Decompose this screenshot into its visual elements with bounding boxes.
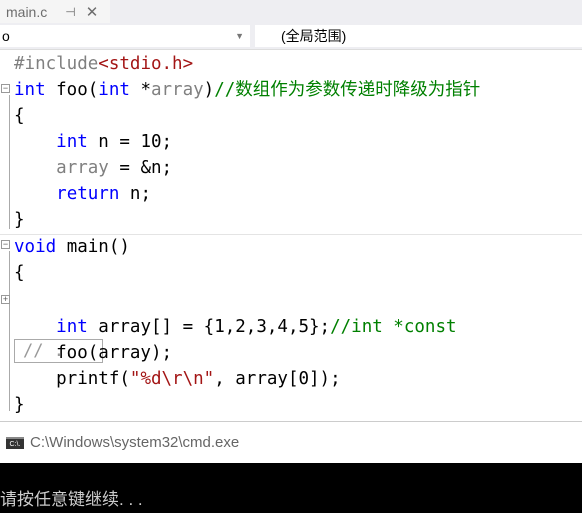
console-title: C:\Windows\system32\cmd.exe xyxy=(30,434,240,451)
pin-icon[interactable]: ⊣ xyxy=(65,5,75,19)
code-token: //数组作为参数传递时降级为指针 xyxy=(214,80,481,100)
code-token: { xyxy=(14,106,25,126)
code-editor[interactable]: − − + // ... #include<stdio.h> int foo(in… xyxy=(0,51,582,421)
console-titlebar: C:\. C:\Windows\system32\cmd.exe xyxy=(0,421,582,463)
fold-guide xyxy=(9,95,10,229)
console-output: 请按任意键继续. . . xyxy=(0,463,582,513)
code-token: } xyxy=(14,210,25,230)
global-scope-dropdown[interactable]: (全局范围) xyxy=(255,25,582,47)
tab-main-c[interactable]: main.c ⊣ ✕ xyxy=(0,0,110,23)
code-line: foo(array); xyxy=(14,340,172,366)
code-token: foo( xyxy=(45,80,99,100)
code-token: void xyxy=(14,237,57,257)
code-line: array = &n; xyxy=(14,155,172,181)
code-token: int xyxy=(98,80,130,100)
code-token: main() xyxy=(56,237,130,257)
code-token: n; xyxy=(119,184,151,204)
code-token: array xyxy=(56,158,109,178)
code-token: "%d\r\n" xyxy=(129,369,215,389)
fold-guide xyxy=(9,251,10,411)
console-output-text: 请按任意键继续. . . xyxy=(0,490,143,509)
code-line: } xyxy=(14,392,25,418)
fold-collapse-icon[interactable]: − xyxy=(1,84,10,93)
code-line: { xyxy=(14,260,25,286)
chevron-down-icon: ▼ xyxy=(235,31,244,41)
tab-title: main.c xyxy=(6,3,48,20)
cmd-icon: C:\. xyxy=(6,436,24,449)
code-token: n = 10; xyxy=(87,132,173,152)
project-scope-value: o xyxy=(2,28,10,44)
code-token: = &n; xyxy=(108,158,173,178)
code-token: foo(array); xyxy=(14,343,173,363)
code-line: return n; xyxy=(14,181,151,207)
code-line: #include<stdio.h> xyxy=(14,51,193,77)
code-line: } xyxy=(14,207,25,233)
code-token: array xyxy=(150,80,204,100)
navigation-bar: o ▼ (全局范围) xyxy=(0,23,582,50)
fold-expand-icon[interactable]: + xyxy=(1,295,10,304)
code-line: int foo(int *array)//数组作为参数传递时降级为指针 xyxy=(14,77,480,103)
tab-bar: main.c ⊣ ✕ xyxy=(0,0,582,23)
global-scope-value: (全局范围) xyxy=(281,28,347,44)
code-line: { xyxy=(14,103,25,129)
code-token: } xyxy=(14,395,25,415)
code-line: void main() xyxy=(14,234,130,260)
code-token: * xyxy=(129,80,151,100)
fold-collapse-icon[interactable]: − xyxy=(1,240,10,249)
code-line: int array[] = {1,2,3,4,5};//int *const xyxy=(14,314,457,340)
code-token: { xyxy=(14,263,25,283)
code-token: printf( xyxy=(14,369,130,389)
code-token: return xyxy=(56,184,120,204)
code-token: int xyxy=(56,132,88,152)
code-token: int xyxy=(56,317,88,337)
code-line: int n = 10; xyxy=(14,129,172,155)
code-token: <stdio.h> xyxy=(98,54,194,74)
project-scope-dropdown[interactable]: o ▼ xyxy=(0,25,250,47)
code-line: printf("%d\r\n", array[0]); xyxy=(14,366,341,392)
code-token: #include xyxy=(14,54,99,74)
code-token: int xyxy=(14,80,46,100)
code-token: //int *const xyxy=(330,317,457,337)
code-token: ) xyxy=(203,80,215,100)
code-token: , array[0]); xyxy=(214,369,341,389)
close-icon[interactable]: ✕ xyxy=(86,3,99,21)
code-token: array[] = {1,2,3,4,5}; xyxy=(87,317,331,337)
